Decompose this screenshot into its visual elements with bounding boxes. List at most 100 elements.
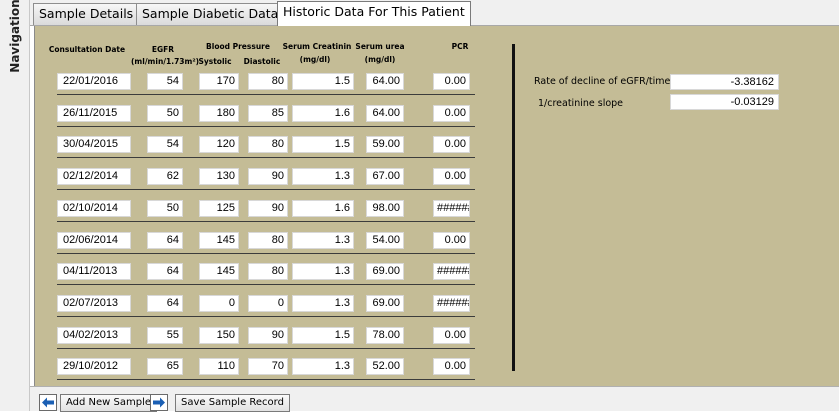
consultation-date-field[interactable]: 04/11/2013 xyxy=(57,263,131,280)
tab-sample-diabetic-data[interactable]: Sample Diabetic Data xyxy=(136,3,285,25)
consultation-date-field[interactable]: 02/12/2014 xyxy=(57,168,131,185)
navigation-pane[interactable]: Navigation xyxy=(0,0,30,411)
egfr-field[interactable]: 50 xyxy=(147,200,183,217)
consultation-date-field[interactable]: 29/10/2012 xyxy=(57,358,131,375)
add-new-sample-button[interactable]: Add New Sample xyxy=(60,394,158,412)
pcr-field[interactable]: 0.00 xyxy=(433,358,470,375)
previous-record-button[interactable] xyxy=(39,394,57,411)
serum-urea-field[interactable]: 64.00 xyxy=(366,73,404,90)
systolic-field[interactable]: 180 xyxy=(199,105,239,122)
egfr-decline-field[interactable]: -3.38162 xyxy=(670,74,779,90)
consultation-date-field[interactable]: 02/10/2014 xyxy=(57,200,131,217)
serum-urea-field[interactable]: 67.00 xyxy=(366,168,404,185)
egfr-field[interactable]: 64 xyxy=(147,232,183,249)
serum-creatinin-field[interactable]: 1.3 xyxy=(292,263,354,280)
tab-sample-details[interactable]: Sample Details xyxy=(33,3,140,25)
diastolic-field[interactable]: 90 xyxy=(248,200,288,217)
row-separator xyxy=(57,189,475,190)
header-creatinin-unit: (mg/dl) xyxy=(299,55,331,64)
pcr-field[interactable]: 0.00 xyxy=(433,232,470,249)
serum-urea-field[interactable]: 59.00 xyxy=(366,136,404,153)
diastolic-field[interactable]: 85 xyxy=(248,105,288,122)
egfr-field[interactable]: 64 xyxy=(147,295,183,312)
row-separator xyxy=(57,284,475,285)
serum-creatinin-field[interactable]: 1.5 xyxy=(292,73,354,90)
pcr-field[interactable]: 0.00 xyxy=(433,168,470,185)
pcr-field[interactable]: ###### xyxy=(433,295,470,312)
pcr-field[interactable]: 0.00 xyxy=(433,73,470,90)
creatinine-slope-field[interactable]: -0.03129 xyxy=(670,94,779,110)
row-separator xyxy=(57,348,475,349)
egfr-field[interactable]: 65 xyxy=(147,358,183,375)
diastolic-field[interactable]: 0 xyxy=(248,295,288,312)
consultation-date-field[interactable]: 02/06/2014 xyxy=(57,232,131,249)
systolic-field[interactable]: 170 xyxy=(199,73,239,90)
serum-creatinin-field[interactable]: 1.5 xyxy=(292,136,354,153)
header-pcr: PCR xyxy=(451,42,469,51)
pcr-field[interactable]: 0.00 xyxy=(433,136,470,153)
systolic-field[interactable]: 145 xyxy=(199,263,239,280)
row-separator xyxy=(57,253,475,254)
diastolic-field[interactable]: 80 xyxy=(248,263,288,280)
diastolic-field[interactable]: 90 xyxy=(248,327,288,344)
header-egfr: EGFR xyxy=(151,45,175,54)
consultation-date-field[interactable]: 04/02/2013 xyxy=(57,327,131,344)
row-separator xyxy=(57,221,475,222)
serum-urea-field[interactable]: 52.00 xyxy=(366,358,404,375)
egfr-field[interactable]: 64 xyxy=(147,263,183,280)
diastolic-field[interactable]: 90 xyxy=(248,168,288,185)
tab-strip: Sample Details Sample Diabetic Data Hist… xyxy=(30,0,839,26)
egfr-field[interactable]: 54 xyxy=(147,73,183,90)
serum-urea-field[interactable]: 54.00 xyxy=(366,232,404,249)
diastolic-field[interactable]: 80 xyxy=(248,232,288,249)
pcr-field[interactable]: ###### xyxy=(433,263,470,280)
systolic-field[interactable]: 110 xyxy=(199,358,239,375)
consultation-date-field[interactable]: 22/01/2016 xyxy=(57,73,131,90)
consultation-date-field[interactable]: 02/07/2013 xyxy=(57,295,131,312)
consultation-date-field[interactable]: 26/11/2015 xyxy=(57,105,131,122)
pcr-field[interactable]: ###### xyxy=(433,200,470,217)
serum-creatinin-field[interactable]: 1.6 xyxy=(292,105,354,122)
pcr-field[interactable]: 0.00 xyxy=(433,105,470,122)
serum-creatinin-field[interactable]: 1.3 xyxy=(292,295,354,312)
serum-urea-field[interactable]: 64.00 xyxy=(366,105,404,122)
creatinine-slope-label: 1/creatinine slope xyxy=(538,98,624,109)
egfr-field[interactable]: 62 xyxy=(147,168,183,185)
header-serum-creatinin: Serum Creatinin xyxy=(282,42,352,51)
serum-creatinin-field[interactable]: 1.3 xyxy=(292,358,354,375)
arrow-right-icon xyxy=(153,397,165,408)
systolic-field[interactable]: 130 xyxy=(199,168,239,185)
serum-urea-field[interactable]: 69.00 xyxy=(366,263,404,280)
systolic-field[interactable]: 125 xyxy=(199,200,239,217)
systolic-field[interactable]: 150 xyxy=(199,327,239,344)
serum-urea-field[interactable]: 98.00 xyxy=(366,200,404,217)
arrow-left-icon xyxy=(42,397,54,408)
header-serum-urea: Serum urea xyxy=(355,42,405,51)
egfr-field[interactable]: 55 xyxy=(147,327,183,344)
systolic-field[interactable]: 145 xyxy=(199,232,239,249)
header-systolic: Systolic xyxy=(198,57,232,66)
header-diastolic: Diastolic xyxy=(243,57,281,66)
row-separator xyxy=(57,94,475,95)
systolic-field[interactable]: 120 xyxy=(199,136,239,153)
egfr-field[interactable]: 50 xyxy=(147,105,183,122)
consultation-date-field[interactable]: 30/04/2015 xyxy=(57,136,131,153)
egfr-field[interactable]: 54 xyxy=(147,136,183,153)
diastolic-field[interactable]: 80 xyxy=(248,73,288,90)
serum-creatinin-field[interactable]: 1.3 xyxy=(292,168,354,185)
row-separator xyxy=(57,379,475,380)
next-record-button[interactable] xyxy=(150,394,168,411)
diastolic-field[interactable]: 80 xyxy=(248,136,288,153)
pcr-field[interactable]: 0.00 xyxy=(433,327,470,344)
navigation-label[interactable]: Navigation xyxy=(8,0,22,73)
serum-urea-field[interactable]: 69.00 xyxy=(366,295,404,312)
tab-historic-data[interactable]: Historic Data For This Patient xyxy=(277,1,471,26)
serum-urea-field[interactable]: 78.00 xyxy=(366,327,404,344)
diastolic-field[interactable]: 70 xyxy=(248,358,288,375)
serum-creatinin-field[interactable]: 1.5 xyxy=(292,327,354,344)
serum-creatinin-field[interactable]: 1.6 xyxy=(292,200,354,217)
save-sample-record-button[interactable]: Save Sample Record xyxy=(175,394,290,412)
systolic-field[interactable]: 0 xyxy=(199,295,239,312)
serum-creatinin-field[interactable]: 1.3 xyxy=(292,232,354,249)
row-separator xyxy=(57,126,475,127)
